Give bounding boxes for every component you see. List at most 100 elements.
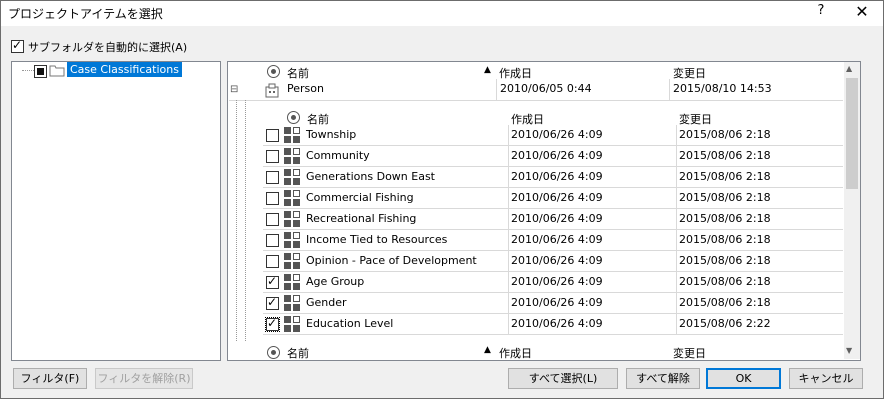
row-checkbox[interactable] [265,316,280,332]
collapse-icon[interactable]: ⊟ [230,84,238,95]
column-divider [676,314,677,334]
column-divider [508,251,509,271]
row-created: 2010/06/26 4:09 [511,170,603,183]
next-group-header [229,341,843,359]
classification-attribute-icon [284,316,300,332]
row-modified: 2015/08/06 2:18 [679,170,771,183]
row-checkbox[interactable] [266,192,279,205]
row-checkbox[interactable] [266,171,279,184]
column-divider [676,272,677,292]
row-created: 2010/06/26 4:09 [511,275,603,288]
row-modified: 2015/08/06 2:18 [679,275,771,288]
row-created: 2010/06/26 4:09 [511,149,603,162]
column-divider [508,125,509,145]
tree-guide-line [245,100,246,345]
row-checkbox[interactable] [266,234,279,247]
tree-root-label[interactable]: Case Classifications [67,62,182,77]
folder-tree[interactable] [11,61,221,361]
auto-select-checkbox[interactable] [11,38,24,53]
row-name: Education Level [306,317,394,330]
row-modified: 2015/08/06 2:22 [679,317,771,330]
column-divider [676,167,677,187]
row-modified: 2015/08/06 2:18 [679,191,771,204]
column-divider [676,188,677,208]
row-checkbox[interactable] [266,150,279,163]
cancel-button[interactable]: キャンセル [789,368,863,389]
row-name: Recreational Fishing [306,212,417,225]
row-checkbox[interactable] [266,129,279,142]
clear-filter-button[interactable]: フィルタを解除(R) [95,368,193,389]
row-created: 2010/06/26 4:09 [511,317,603,330]
filter-button[interactable]: フィルタ(F) [13,368,87,389]
classification-attribute-icon [284,274,300,290]
next-column-chooser-icon[interactable] [267,346,280,359]
column-divider [508,272,509,292]
row-name: Generations Down East [306,170,435,183]
folder-icon [49,64,65,77]
row-name: Gender [306,296,347,309]
close-button[interactable]: ✕ [852,2,872,21]
window-title: プロジェクトアイテムを選択 [8,7,163,21]
scrollbar-thumb[interactable] [846,78,858,189]
next-sort-asc-icon: ▲ [484,345,491,355]
next-column-name-header[interactable]: 名前 [287,345,309,361]
column-divider [508,209,509,229]
column-divider [676,209,677,229]
row-name: Income Tied to Resources [306,233,448,246]
column-divider [676,230,677,250]
row-name: Age Group [306,275,365,288]
classification-attribute-icon [284,232,300,248]
row-created: 2010/06/26 4:09 [511,233,603,246]
parent-created: 2010/06/05 0:44 [500,82,592,95]
row-created: 2010/06/26 4:09 [511,296,603,309]
tree-guide-line [236,100,237,345]
row-modified: 2015/08/06 2:18 [679,212,771,225]
classification-attribute-icon [284,148,300,164]
person-classification-icon [264,82,280,98]
row-modified: 2015/08/06 2:18 [679,128,771,141]
next-column-modified-header[interactable]: 変更日 [673,345,706,361]
next-column-created-header[interactable]: 作成日 [499,345,532,361]
row-created: 2010/06/26 4:09 [511,128,603,141]
help-button[interactable]: ? [811,3,831,18]
column-divider [676,125,677,145]
row-modified: 2015/08/06 2:18 [679,296,771,309]
column-divider [508,293,509,313]
column-divider [676,293,677,313]
column-divider [676,251,677,271]
column-divider [676,146,677,166]
row-checkbox[interactable] [266,295,279,310]
row-modified: 2015/08/06 2:18 [679,254,771,267]
row-checkbox[interactable] [266,213,279,226]
child-column-chooser-icon[interactable] [287,111,300,124]
clear-all-button[interactable]: すべて解除 [626,368,700,389]
row-created: 2010/06/26 4:09 [511,191,603,204]
row-created: 2010/06/26 4:09 [511,254,603,267]
classification-attribute-icon [284,253,300,269]
row-name: Community [306,149,370,162]
column-divider [508,230,509,250]
row-checkbox[interactable] [266,255,279,268]
classification-attribute-icon [284,190,300,206]
scroll-up-icon[interactable]: ▲ [846,64,852,73]
column-chooser-icon[interactable] [267,65,280,78]
column-divider [669,79,670,100]
row-checkbox[interactable] [266,274,279,289]
parent-name: Person [287,82,324,95]
parent-modified: 2015/08/10 14:53 [673,82,772,95]
classification-attribute-icon [284,211,300,227]
row-modified: 2015/08/06 2:18 [679,233,771,246]
auto-select-label: サブフォルダを自動的に選択(A) [28,41,188,54]
column-divider [508,314,509,334]
select-all-button[interactable]: すべて選択(L) [508,368,618,389]
row-name: Opinion - Pace of Development [306,254,477,267]
column-divider [508,167,509,187]
column-divider [496,79,497,100]
tree-root-checkbox[interactable] [34,65,47,78]
column-divider [508,146,509,166]
column-divider [508,188,509,208]
row-created: 2010/06/26 4:09 [511,212,603,225]
scroll-down-icon[interactable]: ▼ [846,346,852,355]
ok-button[interactable]: OK [706,368,781,389]
classification-attribute-icon [284,127,300,143]
